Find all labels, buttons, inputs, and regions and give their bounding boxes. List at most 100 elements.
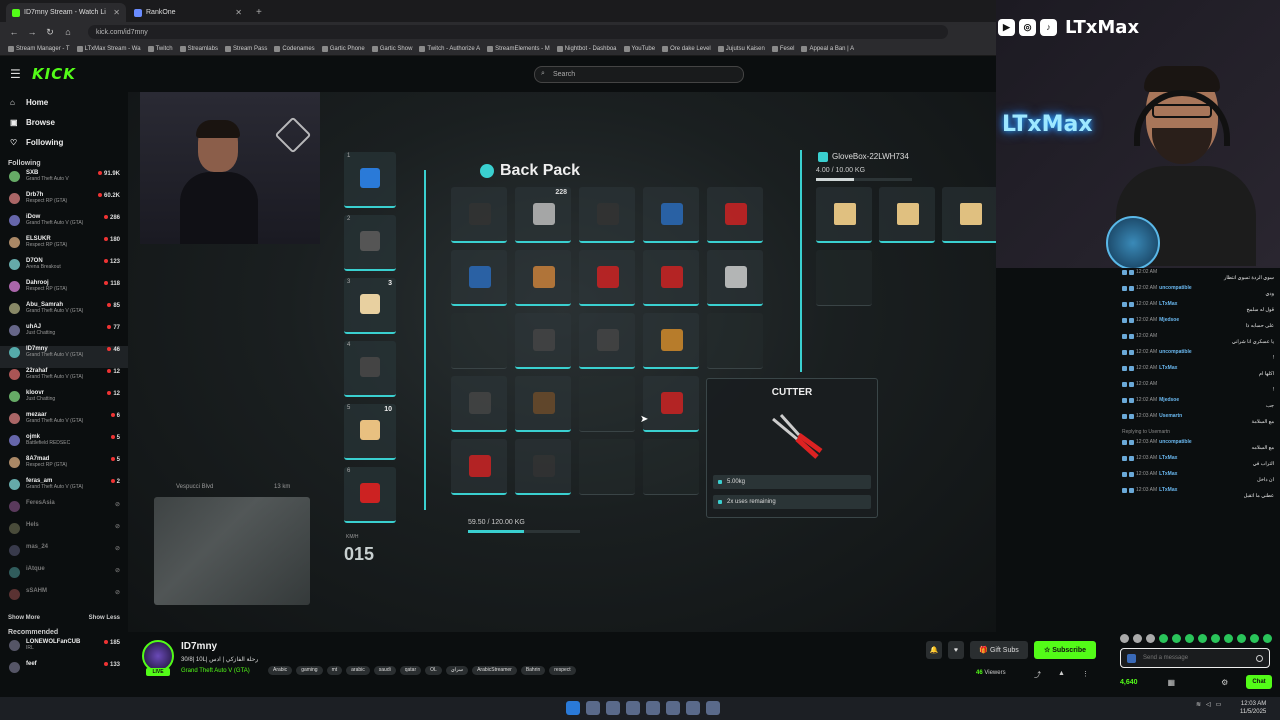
emote-icon[interactable]	[1185, 633, 1194, 643]
sidebar-channel-item[interactable]: sSAHM ⊘	[0, 588, 128, 610]
emoji-icon[interactable]	[1256, 655, 1263, 662]
inventory-slot[interactable]	[515, 376, 571, 432]
inventory-slot[interactable]	[579, 250, 635, 306]
app-icon[interactable]	[666, 701, 680, 715]
sidebar-channel-item[interactable]: kloovr Just Chatting 12	[0, 390, 128, 412]
chat-username[interactable]: Mjedsoe	[1159, 317, 1179, 323]
sidebar-channel-item[interactable]: iAtque ⊘	[0, 566, 128, 588]
sidebar-channel-item[interactable]: mas_24 ⊘	[0, 544, 128, 566]
bookmark-item[interactable]: Gartic Show	[371, 45, 412, 52]
inventory-slot[interactable]	[643, 313, 699, 369]
kick-logo[interactable]: KICK	[32, 65, 76, 83]
show-less-link[interactable]: Show Less	[89, 615, 120, 621]
inventory-slot[interactable]	[515, 250, 571, 306]
emote-icon[interactable]	[1250, 633, 1259, 643]
inventory-slot[interactable]	[643, 187, 699, 243]
bookmark-item[interactable]: YouTube	[623, 45, 655, 52]
inventory-slot[interactable]	[579, 376, 635, 432]
sidebar-channel-item[interactable]: Abu_Samrah Grand Theft Auto V (GTA) 85	[0, 302, 128, 324]
emote-icon[interactable]	[1146, 633, 1155, 643]
glovebox-slot[interactable]	[816, 187, 872, 243]
emote-icon[interactable]	[1224, 633, 1233, 643]
inventory-slot[interactable]	[643, 439, 699, 495]
stream-tag[interactable]: arabic	[346, 666, 370, 675]
chat-username[interactable]: Usemartn	[1159, 413, 1182, 419]
sidebar-channel-item[interactable]: SXB Grand Theft Auto V 91.9K	[0, 170, 128, 192]
settings-icon[interactable]: ⚙	[1221, 678, 1228, 687]
show-more-link[interactable]: Show More	[8, 615, 40, 621]
calendar-icon[interactable]: ▦	[1168, 678, 1176, 687]
home-browser-icon[interactable]: ⌂	[62, 27, 74, 37]
bookmark-item[interactable]: StreamElements - M	[487, 45, 550, 52]
sidebar-channel-item[interactable]: feef 133	[0, 661, 128, 683]
hotbar-slot[interactable]: 4	[344, 341, 396, 397]
inventory-slot[interactable]	[451, 250, 507, 306]
bookmark-item[interactable]: Twitch	[147, 45, 173, 52]
share-icon[interactable]: ⤴	[1034, 670, 1041, 680]
stream-tag[interactable]: سراي	[445, 666, 469, 675]
file-explorer-icon[interactable]	[606, 701, 620, 715]
bookmark-item[interactable]: Gartic Phone	[321, 45, 365, 52]
emote-icon[interactable]	[1198, 633, 1207, 643]
battery-icon[interactable]: ▭	[1216, 701, 1222, 708]
sidebar-channel-item[interactable]: ELSUKR Respect RP (GTA) 180	[0, 236, 128, 258]
inventory-slot[interactable]	[579, 313, 635, 369]
notification-bell-icon[interactable]: 🔔	[926, 641, 942, 659]
inventory-slot[interactable]	[451, 439, 507, 495]
stream-tag[interactable]: qatar	[399, 666, 422, 675]
chat-username[interactable]: LTxMax	[1159, 301, 1177, 307]
hotbar-slot[interactable]: 6	[344, 467, 396, 523]
glovebox-slot[interactable]	[816, 250, 872, 306]
chat-username[interactable]: uncompatible	[1159, 285, 1192, 291]
chat-username[interactable]: Mjedsoe	[1159, 397, 1179, 403]
stream-tag[interactable]: ArabicStreamer	[472, 666, 517, 675]
sidebar-channel-item[interactable]: Dahrooj Respect RP (GTA) 118	[0, 280, 128, 302]
forward-icon[interactable]: →	[26, 27, 38, 37]
sidebar-channel-item[interactable]: 8A7mad Respect RP (GTA) 5	[0, 456, 128, 478]
chat-username[interactable]: LTxMax	[1159, 455, 1177, 461]
sidebar-channel-item[interactable]: LONEWOLFanCUB IRL 185	[0, 639, 128, 661]
chat-input[interactable]: Send a message	[1120, 648, 1270, 668]
sidebar-channel-item[interactable]: uhAJ Just Chatting 77	[0, 324, 128, 346]
inventory-slot[interactable]	[643, 250, 699, 306]
sidebar-channel-item[interactable]: ID7mny Grand Theft Auto V (GTA) 46	[0, 346, 128, 368]
follow-heart-icon[interactable]: ♥	[948, 641, 964, 659]
bookmark-item[interactable]: Twitch - Authorize A	[419, 45, 480, 52]
hotbar-slot[interactable]: 33	[344, 278, 396, 334]
app-icon[interactable]	[686, 701, 700, 715]
bookmark-item[interactable]: Stream Manager - T	[8, 45, 70, 52]
bookmark-item[interactable]: Stream Pass	[224, 45, 267, 52]
sidebar-channel-item[interactable]: 22rahaf Grand Theft Auto V (GTA) 12	[0, 368, 128, 390]
inventory-slot[interactable]	[451, 187, 507, 243]
inventory-slot[interactable]	[515, 439, 571, 495]
bookmark-item[interactable]: LTxMax Stream - Wa	[76, 45, 141, 52]
system-clock[interactable]: 12:03 AM 11/5/2025	[1240, 700, 1266, 716]
inventory-slot[interactable]	[643, 376, 699, 432]
sidebar-item-home[interactable]: ⌂ Home	[0, 92, 128, 112]
sidebar-channel-item[interactable]: D7ON Arena Breakout 123	[0, 258, 128, 280]
inventory-slot[interactable]: 228	[515, 187, 571, 243]
bookmark-item[interactable]: Nightbot - Dashboa	[556, 45, 617, 52]
emote-icon[interactable]	[1159, 633, 1168, 643]
channel-points[interactable]: 4,640	[1120, 679, 1138, 686]
emote-icon[interactable]	[1133, 633, 1142, 643]
inventory-slot[interactable]	[579, 439, 635, 495]
hotbar-slot[interactable]: 1	[344, 152, 396, 208]
emote-icon[interactable]	[1237, 633, 1246, 643]
bookmark-item[interactable]: Appeal a Ban | A	[801, 45, 854, 52]
stream-tag[interactable]: saudi	[373, 666, 396, 675]
emote-icon[interactable]	[1263, 633, 1272, 643]
sidebar-channel-item[interactable]: Drb7h Respect RP (GTA) 60.2K	[0, 192, 128, 214]
sidebar-item-browse[interactable]: ▣ Browse	[0, 112, 128, 132]
chat-username[interactable]: LTxMax	[1159, 487, 1177, 493]
chat-username[interactable]: LTxMax	[1159, 471, 1177, 477]
bookmark-item[interactable]: Fesel	[771, 45, 794, 52]
stream-tag[interactable]: mt	[326, 666, 343, 675]
close-tab-icon[interactable]: ✕	[235, 8, 242, 17]
sidebar-channel-item[interactable]: mezaar Grand Theft Auto V (GTA) 6	[0, 412, 128, 434]
sidebar-item-following[interactable]: ♡ Following	[0, 132, 128, 152]
inventory-slot[interactable]	[707, 187, 763, 243]
emote-icon[interactable]	[1172, 633, 1181, 643]
app-icon[interactable]	[646, 701, 660, 715]
stream-category[interactable]: Grand Theft Auto V (GTA)	[181, 668, 250, 674]
